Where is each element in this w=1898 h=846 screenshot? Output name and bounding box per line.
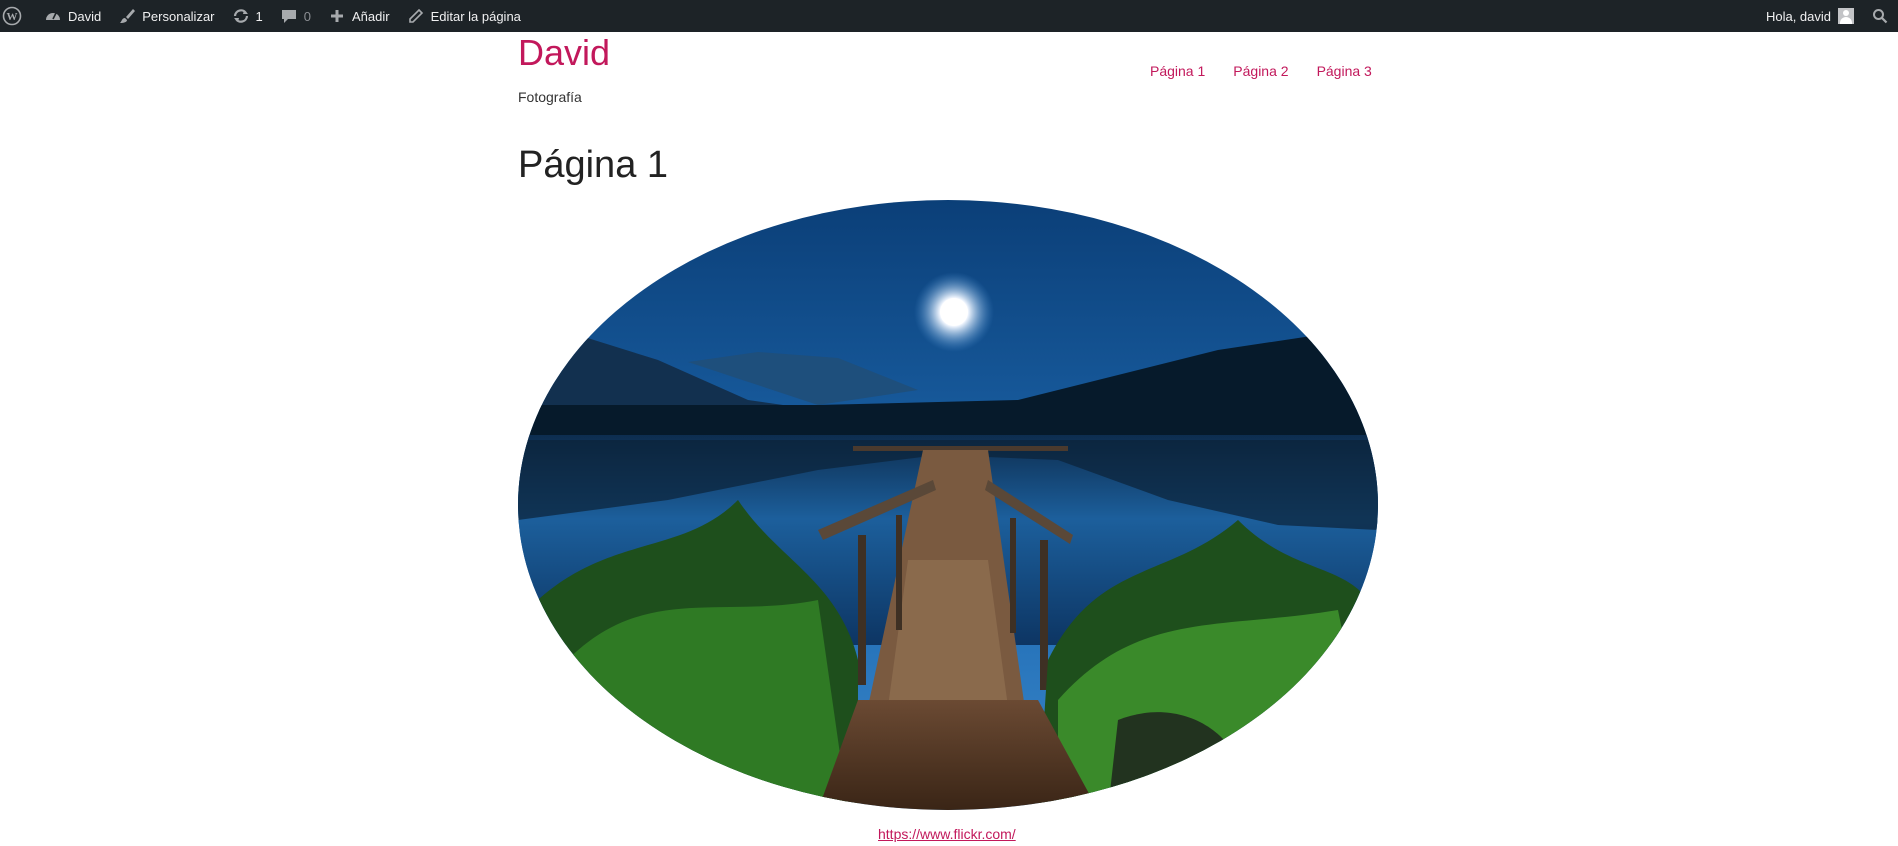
search-menu[interactable] xyxy=(1862,0,1898,32)
flickr-link[interactable]: https://www.flickr.com/ xyxy=(878,826,1016,842)
brush-icon xyxy=(117,6,137,26)
comments-count: 0 xyxy=(303,8,311,24)
site-title[interactable]: David xyxy=(518,30,610,76)
comments-menu[interactable]: 0 xyxy=(271,0,319,32)
new-content-menu[interactable]: Añadir xyxy=(319,0,398,32)
nav-item-pagina-1[interactable]: Página 1 xyxy=(1150,63,1205,79)
refresh-icon xyxy=(231,6,251,26)
site-tagline: Fotografía xyxy=(518,89,582,105)
customize-menu[interactable]: Personalizar xyxy=(109,0,222,32)
featured-photo xyxy=(518,200,1378,810)
my-account-menu[interactable]: Hola, david xyxy=(1764,0,1862,32)
search-icon xyxy=(1870,6,1890,26)
site-name-label: David xyxy=(68,8,102,24)
nav-item-pagina-3[interactable]: Página 3 xyxy=(1317,63,1372,79)
wordpress-menu[interactable]: W xyxy=(0,0,35,32)
comment-icon xyxy=(279,6,299,26)
wordpress-logo-icon: W xyxy=(2,6,22,26)
site-name-menu[interactable]: David xyxy=(35,0,109,32)
nav-item-pagina-2[interactable]: Página 2 xyxy=(1233,63,1288,79)
svg-text:W: W xyxy=(7,11,18,23)
pencil-icon xyxy=(406,6,426,26)
dashboard-icon xyxy=(43,6,63,26)
primary-navigation: Página 1 Página 2 Página 3 xyxy=(1150,63,1372,79)
admin-bar: W David Personalizar 1 0 Añadir Editar l… xyxy=(0,0,1898,32)
updates-count: 1 xyxy=(255,8,263,24)
plus-icon xyxy=(327,6,347,26)
edit-page-menu[interactable]: Editar la página xyxy=(398,0,529,32)
new-content-label: Añadir xyxy=(351,8,390,24)
edit-page-label: Editar la página xyxy=(430,8,521,24)
page-title: Página 1 xyxy=(518,144,669,186)
greeting-label: Hola, david xyxy=(1765,8,1831,24)
updates-menu[interactable]: 1 xyxy=(223,0,271,32)
avatar xyxy=(1838,8,1854,24)
admin-bar-left: W David Personalizar 1 0 Añadir Editar l… xyxy=(0,0,529,32)
admin-bar-right: Hola, david xyxy=(1764,0,1898,32)
customize-label: Personalizar xyxy=(142,8,215,24)
